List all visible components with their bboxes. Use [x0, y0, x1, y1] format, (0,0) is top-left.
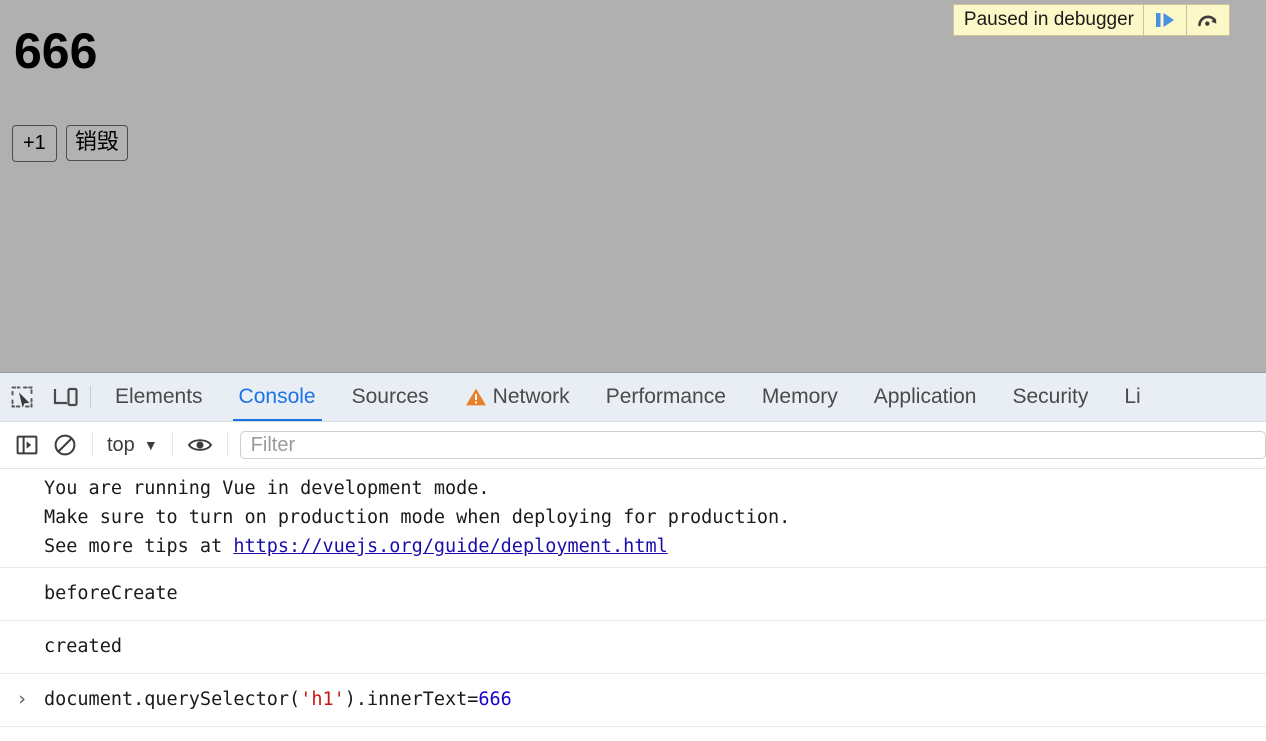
- vue-dev-mode-line-2: Make sure to turn on production mode whe…: [44, 507, 791, 528]
- web-page-viewport: 666 +1 销毁 Paused in debugger: [0, 0, 1266, 372]
- eye-icon[interactable]: [181, 426, 219, 464]
- console-toolbar: top ▼ Filter: [0, 422, 1266, 469]
- vue-dev-mode-line-3-prefix: See more tips at: [44, 536, 234, 557]
- tab-security[interactable]: Security: [994, 373, 1106, 421]
- increment-button[interactable]: +1: [12, 125, 57, 162]
- expression-part-string: 'h1': [300, 689, 345, 710]
- toggle-device-toolbar-icon[interactable]: [44, 373, 88, 421]
- tab-console[interactable]: Console: [221, 373, 334, 421]
- step-over-icon-svg: [1198, 15, 1217, 27]
- destroy-button[interactable]: 销毁: [65, 125, 128, 161]
- console-output-result[interactable]: ‹· 666: [0, 727, 1266, 741]
- inspect-element-icon-svg: [11, 386, 33, 408]
- tab-console-label: Console: [238, 385, 316, 408]
- tab-elements-label: Elements: [115, 385, 203, 408]
- expression-part-1: document.querySelector(: [44, 689, 301, 710]
- tab-application-label: Application: [873, 385, 977, 408]
- tab-sources[interactable]: Sources: [334, 373, 447, 421]
- page-button-group: +1 销毁: [12, 125, 128, 162]
- page-title: 666: [14, 23, 98, 79]
- live-expression-eye-icon-svg: [187, 439, 212, 451]
- sidebar-toggle-icon-svg: [16, 435, 38, 455]
- vue-deployment-docs-link[interactable]: https://vuejs.org/guide/deployment.html: [233, 536, 667, 557]
- expression-part-3: ).innerText=: [344, 689, 479, 710]
- console-input-expression-text: document.querySelector('h1').innerText=6…: [44, 685, 1266, 714]
- inspect-element-icon[interactable]: [0, 373, 44, 421]
- javascript-context-selector[interactable]: top ▼: [101, 434, 164, 457]
- console-message-vue-dev-mode[interactable]: You are running Vue in development mode.…: [0, 469, 1266, 568]
- clear-console-icon[interactable]: [46, 426, 84, 464]
- tab-sources-label: Sources: [351, 385, 429, 408]
- tab-elements[interactable]: Elements: [97, 373, 221, 421]
- tab-network-label: Network: [492, 385, 570, 408]
- console-message-text: You are running Vue in development mode.…: [44, 474, 1266, 561]
- paused-in-debugger-label: Paused in debugger: [963, 9, 1134, 30]
- console-filter-placeholder: Filter: [250, 433, 296, 456]
- tab-performance-label: Performance: [605, 385, 726, 408]
- tab-performance[interactable]: Performance: [588, 373, 744, 421]
- tab-application[interactable]: Application: [856, 373, 995, 421]
- warning-triangle-icon-svg: [465, 388, 486, 406]
- step-over-next-function-call-icon[interactable]: [1186, 5, 1229, 35]
- clear-console-icon-svg: [54, 434, 76, 456]
- tabbar-divider: [90, 386, 91, 408]
- console-message-beforecreate[interactable]: beforeCreate: [0, 568, 1266, 621]
- devtools-panel: Elements Console Sources Network Perform…: [0, 372, 1266, 741]
- chevron-down-icon: ▼: [143, 437, 158, 453]
- console-filter-input[interactable]: Filter: [239, 431, 1266, 459]
- resume-icon-svg: [1156, 13, 1174, 27]
- console-message-created[interactable]: created: [0, 621, 1266, 674]
- javascript-context-label: top: [107, 433, 135, 456]
- devtools-tabbar: Elements Console Sources Network Perform…: [0, 373, 1266, 422]
- tab-lighthouse[interactable]: Li: [1106, 373, 1158, 421]
- tab-network[interactable]: Network: [447, 373, 588, 421]
- console-message-text: beforeCreate: [44, 583, 178, 604]
- console-input-expression[interactable]: › document.querySelector('h1').innerText…: [0, 674, 1266, 727]
- console-sidebar-toggle-icon[interactable]: [8, 426, 46, 464]
- console-message-list: You are running Vue in development mode.…: [0, 469, 1266, 741]
- console-message-text: created: [44, 636, 122, 657]
- tab-memory[interactable]: Memory: [744, 373, 856, 421]
- console-toolbar-divider: [92, 433, 93, 457]
- console-toolbar-divider-2: [171, 433, 173, 457]
- console-toolbar-divider-3: [226, 433, 228, 457]
- tab-lighthouse-label: Li: [1124, 385, 1141, 408]
- paused-in-debugger-bar: Paused in debugger: [952, 4, 1230, 36]
- warning-triangle-icon: [465, 387, 487, 407]
- console-input-prompt-arrow-icon: ›: [16, 688, 28, 710]
- tab-memory-label: Memory: [761, 385, 838, 408]
- resume-script-execution-icon[interactable]: [1143, 5, 1186, 35]
- tab-security-label: Security: [1012, 385, 1089, 408]
- vue-dev-mode-line-1: You are running Vue in development mode.: [44, 478, 490, 499]
- device-toolbar-icon-svg: [53, 387, 78, 407]
- expression-part-number: 666: [478, 689, 512, 710]
